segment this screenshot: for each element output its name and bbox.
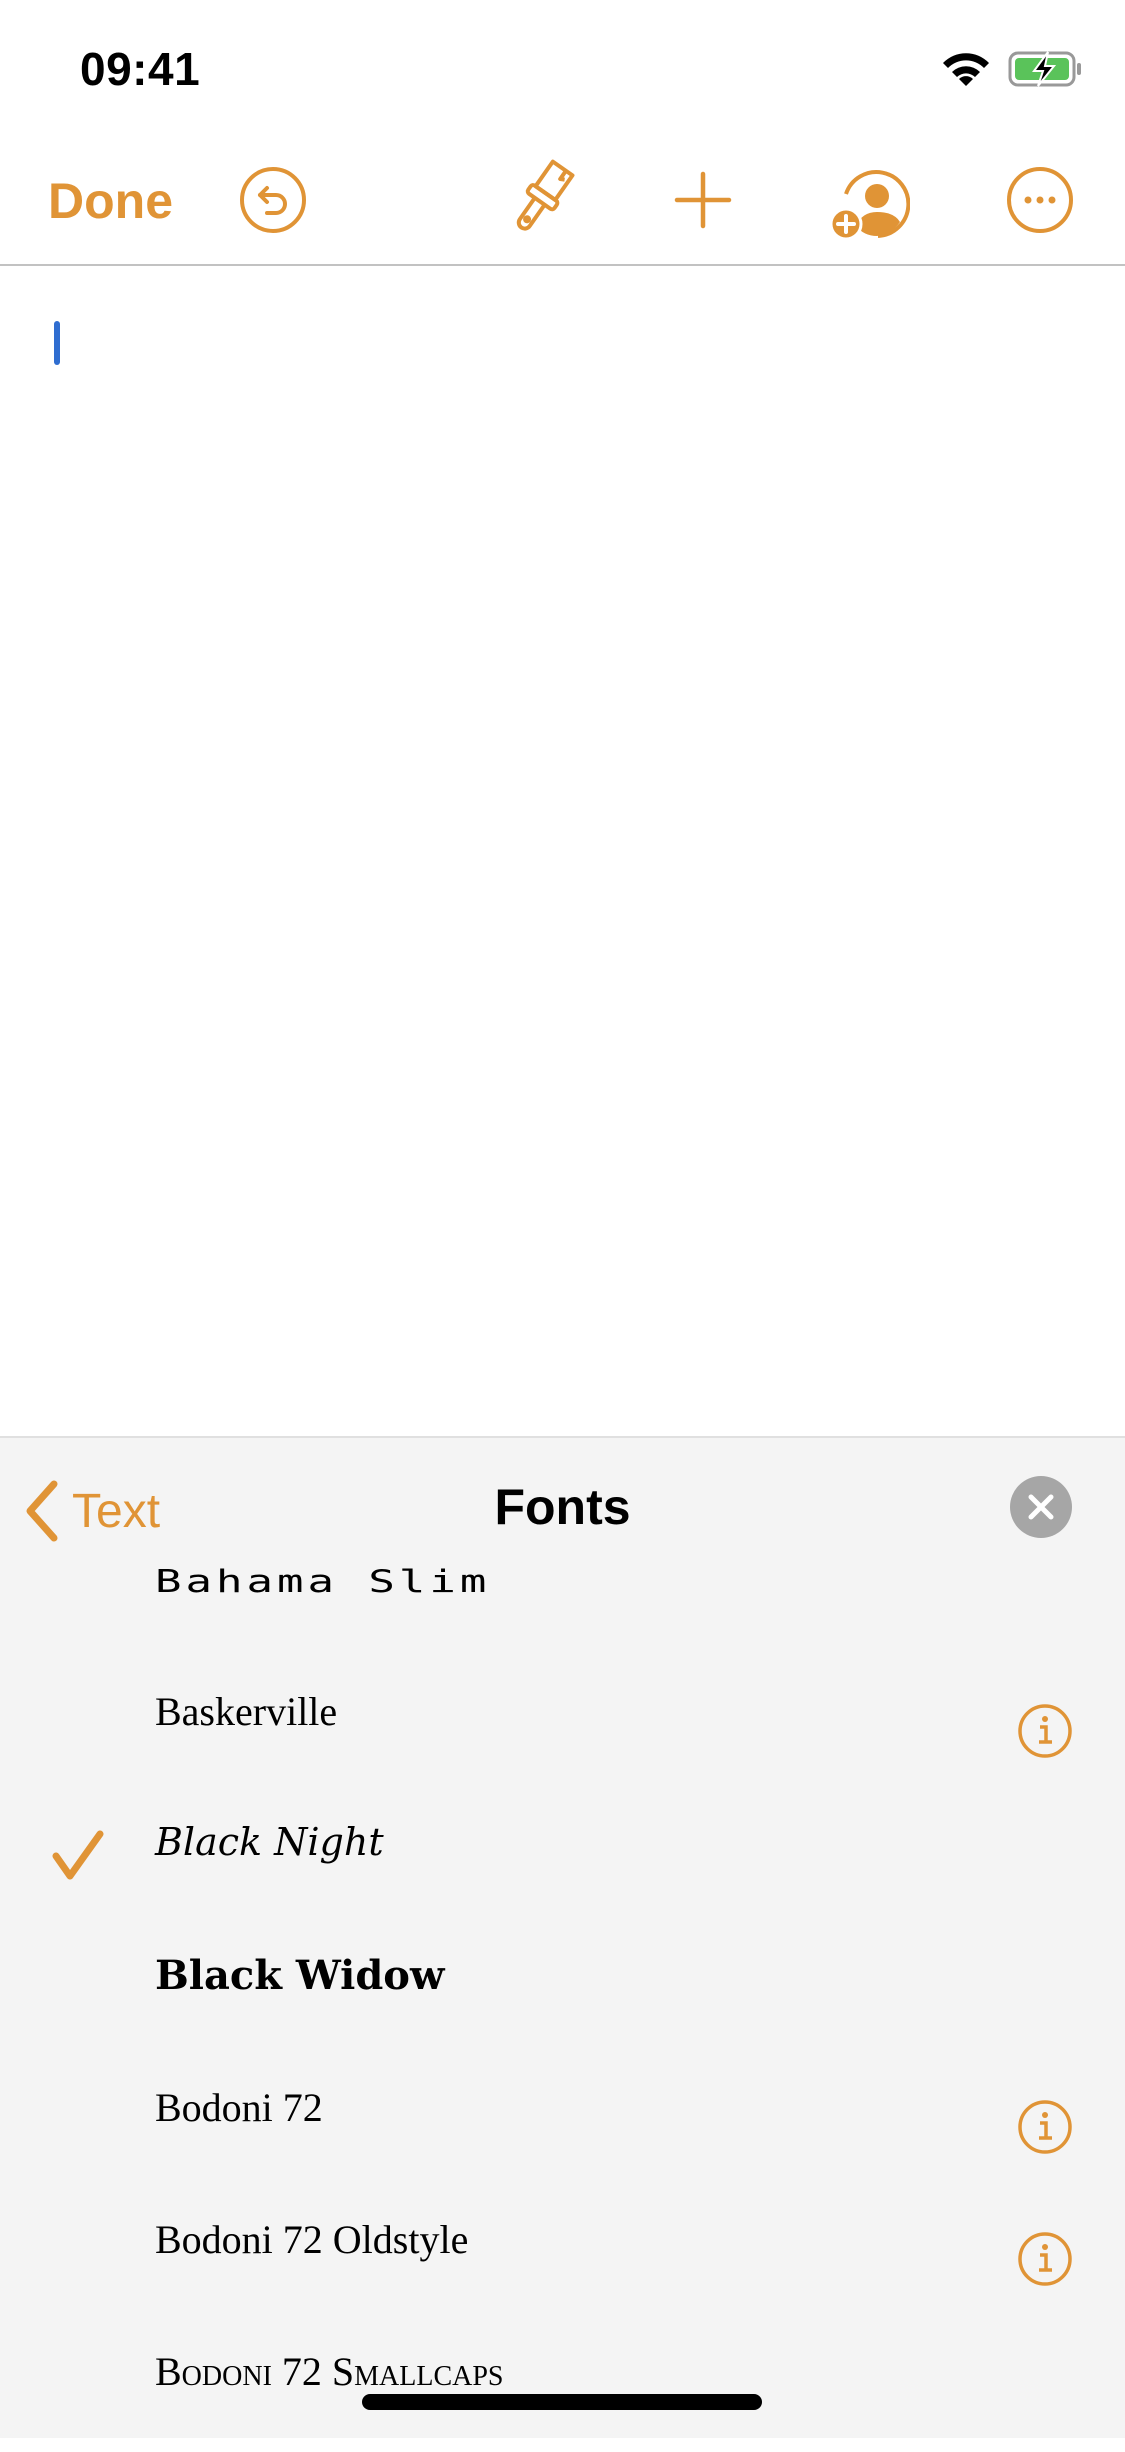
font-list[interactable]: Bahama Slim Baskerville Black Night Blac… <box>0 1564 1125 2452</box>
plus-icon[interactable] <box>667 164 739 236</box>
font-item-bahama-slim[interactable]: Bahama Slim <box>0 1564 1125 1660</box>
font-item-bodoni-72-oldstyle[interactable]: Bodoni 72 Oldstyle <box>0 2188 1125 2320</box>
font-name: Black Night <box>155 1820 384 1864</box>
font-item-bodoni-72[interactable]: Bodoni 72 <box>0 2056 1125 2188</box>
font-name: Bodoni 72 <box>155 2085 323 2130</box>
font-name: Bodoni 72 Oldstyle <box>155 2217 469 2262</box>
info-icon[interactable] <box>1016 2230 1074 2288</box>
font-item-baskerville[interactable]: Baskerville <box>0 1660 1125 1792</box>
home-indicator[interactable] <box>362 2394 762 2410</box>
battery-charging-icon <box>1008 51 1081 87</box>
panel-title: Fonts <box>494 1479 631 1535</box>
more-icon[interactable] <box>1004 164 1076 236</box>
paintbrush-icon[interactable] <box>502 158 582 238</box>
font-name: Baskerville <box>155 1689 338 1734</box>
status-time: 09:41 <box>80 43 201 95</box>
font-name: Black Widow <box>155 1952 445 1999</box>
toolbar: Done <box>0 150 1125 265</box>
close-button[interactable] <box>1010 1476 1072 1538</box>
info-icon[interactable] <box>1016 2098 1074 2156</box>
checkmark-icon <box>52 1830 104 1880</box>
undo-icon[interactable] <box>237 164 309 236</box>
fonts-panel: Text Fonts Bahama Slim Baskerville Black… <box>0 1436 1125 2438</box>
info-icon[interactable] <box>1016 1702 1074 1760</box>
font-name: Bahama Slim <box>155 1564 491 1600</box>
wifi-icon <box>943 53 989 86</box>
add-person-icon[interactable] <box>826 164 910 244</box>
document-canvas[interactable] <box>0 266 1125 1436</box>
font-name: Bodoni 72 Smallcaps <box>155 2349 504 2394</box>
done-button[interactable]: Done <box>48 172 173 230</box>
text-caret <box>54 321 60 365</box>
font-item-black-widow[interactable]: Black Widow <box>0 1924 1125 2056</box>
close-icon <box>1028 1494 1054 1520</box>
font-item-bodoni-72-smallcaps[interactable]: Bodoni 72 Smallcaps <box>0 2320 1125 2452</box>
status-bar: 09:41 <box>0 0 1125 140</box>
font-item-black-night[interactable]: Black Night <box>0 1792 1125 1924</box>
